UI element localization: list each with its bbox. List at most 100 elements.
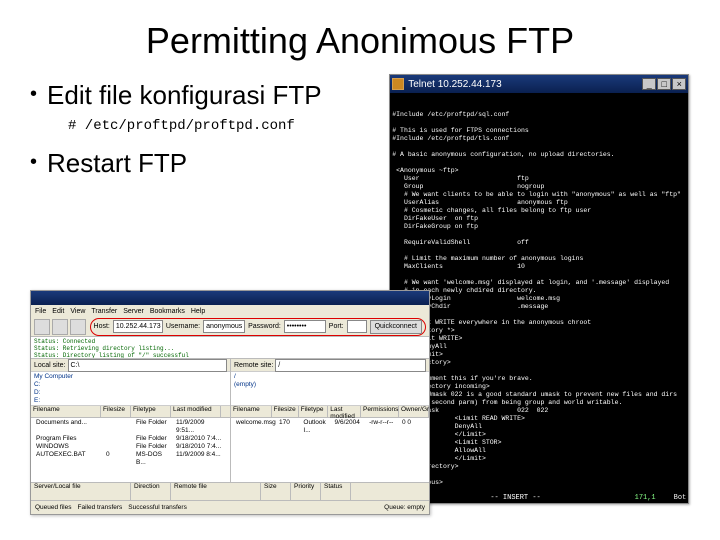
toolbar-button[interactable] xyxy=(70,319,86,335)
column-header[interactable]: Size xyxy=(261,483,291,500)
terminal-titlebar[interactable]: Telnet 10.252.44.173 _ □ × xyxy=(390,75,688,93)
failed-tab[interactable]: Failed transfers xyxy=(78,504,123,511)
terminal-line: #Include /etc/proftpd/tls.conf xyxy=(392,135,686,143)
list-item[interactable]: Documents and...File Folder11/9/2009 9:5… xyxy=(34,419,227,435)
terminal-line: # </Directory> xyxy=(392,463,686,471)
remote-list[interactable]: welcome.msg170Outlook I...9/6/2004-rw-r-… xyxy=(231,418,429,482)
terminal-body[interactable]: #Include /etc/proftpd/sql.conf # This is… xyxy=(390,93,688,503)
queued-tab[interactable]: Queued files xyxy=(35,504,72,511)
terminal-line: </Anonymous> xyxy=(392,479,686,487)
terminal-title: Telnet 10.252.44.173 xyxy=(408,79,642,90)
terminal-line: # Uncomment this if you're brave. xyxy=(392,375,686,383)
terminal-line xyxy=(392,247,686,255)
terminal-statusline: ~ -- INSERT -- 171,1 Bot xyxy=(392,494,686,502)
terminal-line: RequireValidShell off xyxy=(392,239,686,247)
remote-tree[interactable]: / (empty) xyxy=(231,372,429,406)
toolbar-button[interactable] xyxy=(52,319,68,335)
tree-node[interactable]: / xyxy=(234,373,426,381)
tree-node[interactable]: C: xyxy=(34,381,227,389)
minimize-button[interactable]: _ xyxy=(642,78,656,90)
close-button[interactable]: × xyxy=(672,78,686,90)
column-header[interactable]: Filetype xyxy=(299,406,329,417)
list-item[interactable]: welcome.msg170Outlook I...9/6/2004-rw-r-… xyxy=(234,419,426,435)
terminal-line: User ftp xyxy=(392,175,686,183)
tree-node[interactable]: (empty) xyxy=(234,381,426,389)
terminal-line: # AllowAll xyxy=(392,447,686,455)
menu-item[interactable]: Help xyxy=(191,308,205,315)
username-input[interactable]: anonymous xyxy=(203,320,245,333)
tree-node[interactable]: D: xyxy=(34,389,227,397)
menu-item[interactable]: Edit xyxy=(52,308,64,315)
local-list[interactable]: Documents and...File Folder11/9/2009 9:5… xyxy=(31,418,230,482)
terminal-line: # # (second parm) from being group and w… xyxy=(392,399,686,407)
terminal-line: <Directory *> xyxy=(392,327,686,335)
queue-empty: Queue: empty xyxy=(384,504,425,511)
local-tree[interactable]: My Computer C: D: E: xyxy=(31,372,230,406)
menu-item[interactable]: Transfer xyxy=(91,308,117,315)
column-header[interactable]: Last modified xyxy=(328,406,361,417)
terminal-line: DisplayLogin welcome.msg xyxy=(392,295,686,303)
password-label: Password: xyxy=(248,323,281,330)
status-mode: -- INSERT -- xyxy=(396,494,634,502)
terminal-line: # Cosmetic changes, all files belong to … xyxy=(392,207,686,215)
bullet-dot: • xyxy=(30,148,37,176)
port-input[interactable] xyxy=(347,320,367,333)
column-header[interactable]: Status xyxy=(321,483,351,500)
terminal-line xyxy=(392,271,686,279)
remote-pane: Remote site: / / (empty) FilenameFilesiz… xyxy=(231,359,429,482)
terminal-line: # We want 'welcome.msg' displayed at log… xyxy=(392,279,686,287)
slide-title: Permitting Anonimous FTP xyxy=(0,0,720,70)
column-header[interactable]: Filename xyxy=(31,406,101,417)
menu-item[interactable]: View xyxy=(70,308,85,315)
code-path: # /etc/proftpd/proftpd.conf xyxy=(68,118,379,134)
terminal-line: DisplayChdir .message xyxy=(392,303,686,311)
bullet-edit: • Edit file konfigurasi FTP xyxy=(30,80,379,110)
port-label: Port: xyxy=(329,323,344,330)
menu-item[interactable]: File xyxy=(35,308,46,315)
terminal-line: # DenyAll xyxy=(392,423,686,431)
status-pos: 171,1 xyxy=(635,494,656,502)
host-input[interactable]: 10.252.44.173 xyxy=(113,320,163,333)
tree-node[interactable]: My Computer xyxy=(34,373,227,381)
terminal-line: </Limit> xyxy=(392,351,686,359)
column-header[interactable]: Owner/Gr... xyxy=(399,406,429,417)
list-item[interactable]: WINDOWSFile Folder9/18/2010 7:4... xyxy=(34,443,227,451)
column-header[interactable]: Server/Local file xyxy=(31,483,131,500)
terminal-line: # Limit the maximum number of anonymous … xyxy=(392,255,686,263)
local-site-label: Local site: xyxy=(34,362,66,369)
column-header[interactable]: Permissions xyxy=(361,406,399,417)
remote-path-input[interactable]: / xyxy=(275,359,426,372)
list-item[interactable]: AUTOEXEC.BAT0MS-DOS B...11/9/2009 8:4... xyxy=(34,451,227,467)
quickconnect-button[interactable]: Quickconnect xyxy=(370,320,422,334)
username-label: Username: xyxy=(166,323,200,330)
remote-list-header: FilenameFilesizeFiletypeLast modifiedPer… xyxy=(231,406,429,418)
column-header[interactable]: Filetype xyxy=(131,406,171,417)
list-item[interactable]: Program FilesFile Folder9/18/2010 7:4... xyxy=(34,435,227,443)
password-input[interactable]: •••••••• xyxy=(284,320,326,333)
terminal-line: # <Directory incoming> xyxy=(392,383,686,391)
column-header[interactable]: Filesize xyxy=(272,406,299,417)
terminal-line: # <Limit READ WRITE> xyxy=(392,415,686,423)
local-path-input[interactable]: C:\ xyxy=(68,359,227,372)
column-header[interactable]: Filesize xyxy=(101,406,131,417)
maximize-button[interactable]: □ xyxy=(657,78,671,90)
column-header[interactable]: Last modified xyxy=(171,406,221,417)
terminal-line: # in each newly chdired directory. xyxy=(392,287,686,295)
terminal-line: </Directory> xyxy=(392,359,686,367)
terminal-line xyxy=(392,143,686,151)
column-header[interactable]: Filename xyxy=(231,406,272,417)
menu-item[interactable]: Server xyxy=(123,308,144,315)
local-pane: Local site: C:\ My Computer C: D: E: Fil… xyxy=(31,359,231,482)
menu-item[interactable]: Bookmarks xyxy=(150,308,185,315)
column-header[interactable]: Priority xyxy=(291,483,321,500)
tree-node[interactable]: E: xyxy=(34,397,227,405)
column-header[interactable]: Remote file xyxy=(171,483,261,500)
ftp-menubar[interactable]: File Edit View Transfer Server Bookmarks Help xyxy=(31,305,429,317)
column-header[interactable]: Direction xyxy=(131,483,171,500)
host-label: Host: xyxy=(94,323,110,330)
toolbar-button[interactable] xyxy=(34,319,50,335)
quickconnect-bar: Host: 10.252.44.173 Username: anonymous … xyxy=(90,318,426,336)
success-tab[interactable]: Successful transfers xyxy=(128,504,187,511)
terminal-line: Group nogroup xyxy=(392,183,686,191)
ftp-titlebar[interactable] xyxy=(31,291,429,305)
